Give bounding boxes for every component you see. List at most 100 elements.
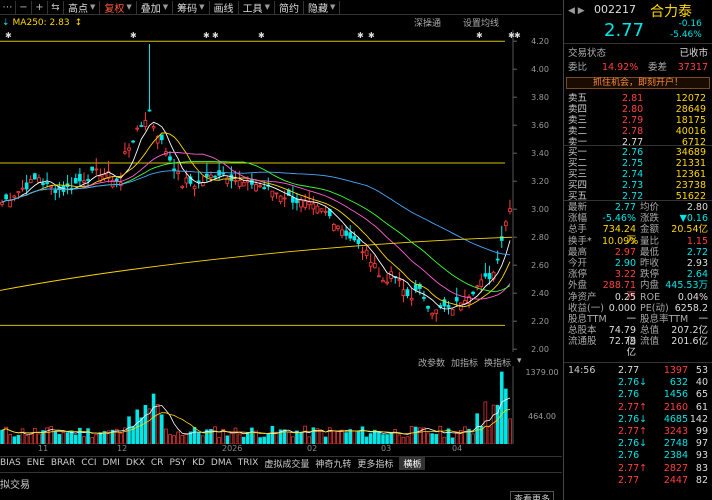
- volume-bar: [200, 435, 205, 444]
- indicator-tab[interactable]: CR: [151, 458, 170, 468]
- event-marker-icon[interactable]: ✱: [368, 31, 375, 40]
- candlestick-chart[interactable]: 4.20 4.00 3.80 3.60 3.40 3.20 3.00 2.80 2.60 2.40…: [0, 30, 562, 352]
- change-percent: -5.46%: [670, 30, 702, 40]
- indicator-tab[interactable]: DMA: [211, 458, 238, 468]
- stat-value: 72.79亿: [608, 336, 636, 359]
- volume-bar: [250, 427, 254, 444]
- indicator-tab[interactable]: TRIX: [238, 458, 265, 468]
- indicator-tab[interactable]: ENE: [27, 458, 51, 468]
- volume-bar: [409, 426, 414, 444]
- event-marker-icon[interactable]: ✱: [514, 31, 521, 40]
- volume-bar: [172, 435, 176, 444]
- toolbar-simple-button[interactable]: 简约: [275, 0, 304, 15]
- bid-row[interactable]: 买三 2.74 12361: [568, 169, 708, 180]
- event-marker-icon[interactable]: ✱: [5, 31, 12, 40]
- candle-body: [295, 198, 299, 204]
- indicator-tab[interactable]: DKX: [126, 458, 151, 468]
- ask-price: 2.80: [622, 104, 644, 115]
- stat-row: 收益(一) 0.000 PE(动) 6258.2: [568, 303, 708, 314]
- indicator-tab[interactable]: 虚拟成交量: [264, 457, 315, 470]
- toolbar-hide-button[interactable]: 隐藏 ▼: [304, 0, 341, 15]
- stat-label: 总值: [640, 325, 660, 337]
- link-button[interactable]: 深操通: [414, 16, 441, 29]
- stat-row: 外盘 288.71万 内盘 445.53万: [568, 280, 708, 302]
- ma-arrow-icon[interactable]: ⇣: [2, 18, 10, 28]
- y-tick-label: 3.60: [531, 121, 549, 130]
- toolbar-adjust-button[interactable]: 复权 ▼: [100, 0, 137, 15]
- toolbar-overlay-button[interactable]: 叠加 ▼: [137, 0, 174, 15]
- candle-body: [426, 306, 430, 309]
- candle-body: [348, 232, 353, 239]
- bid-volume: 34689: [675, 147, 706, 158]
- indicator-tab[interactable]: BIAS: [0, 458, 27, 468]
- ask-row[interactable]: 卖三 2.79 18175: [568, 115, 708, 126]
- bid-row[interactable]: 买四 2.73 23738: [568, 180, 708, 191]
- candle-body: [434, 309, 439, 314]
- tick-count: 53: [695, 365, 708, 376]
- stat-label: 最新: [568, 202, 588, 213]
- indicator-tab[interactable]: CCI: [81, 458, 102, 468]
- candle-body: [262, 187, 267, 189]
- weicha-label: 委差: [648, 62, 668, 73]
- event-marker-icon[interactable]: ✱: [258, 31, 265, 40]
- event-marker-icon[interactable]: ✱: [203, 31, 210, 40]
- candle-body: [4, 194, 8, 200]
- stat-label: 外盘: [568, 280, 588, 292]
- ask-row[interactable]: 卖二 2.78 40016: [568, 126, 708, 137]
- event-marker-icon[interactable]: ✱: [357, 31, 364, 40]
- volume-chart[interactable]: 1379.00 464.00: [0, 366, 562, 444]
- volume-bar: [16, 434, 21, 444]
- toolbar-high-point-button[interactable]: 高点 ▼: [64, 0, 101, 15]
- tick-count: 82: [695, 474, 708, 486]
- compare-icon[interactable]: ⇆: [48, 0, 64, 14]
- volume-bar: [73, 434, 78, 444]
- ask-row[interactable]: 卖五 2.81 12072: [568, 93, 708, 104]
- tick-price: 2.77: [618, 474, 640, 486]
- plus-icon[interactable]: +: [32, 0, 48, 14]
- indicator-tab[interactable]: 更多指标: [357, 457, 399, 470]
- candle-body: [319, 208, 324, 212]
- candle-body: [233, 179, 238, 182]
- event-marker-icon[interactable]: ✱: [130, 31, 137, 40]
- view-more-button[interactable]: 查看更多: [509, 491, 554, 500]
- more-icon[interactable]: ⋯: [0, 0, 16, 14]
- y-tick-label: 3.20: [531, 177, 549, 186]
- candle-body: [24, 182, 29, 190]
- indicator-tab[interactable]: PSY: [169, 458, 192, 468]
- nav-arrows-icon[interactable]: ◀ ▶: [568, 6, 585, 16]
- tick-volume: 2447: [663, 474, 688, 486]
- indicator-tab[interactable]: KD: [192, 458, 211, 468]
- event-marker-icon[interactable]: ✱: [476, 31, 483, 40]
- volume-bar: [438, 425, 443, 444]
- tick-price: 2.77↑: [618, 462, 648, 474]
- volume-bar: [61, 432, 66, 444]
- volume-bar: [4, 426, 8, 444]
- minus-icon[interactable]: −: [16, 0, 32, 14]
- volume-bar: [229, 433, 234, 444]
- indicator-tab[interactable]: 横栃: [399, 456, 426, 470]
- indicator-tab[interactable]: DMI: [103, 458, 126, 468]
- stat-row: 最新 2.77 均价 2.80: [568, 202, 708, 213]
- volume-tick-label: 1379.00: [525, 368, 558, 377]
- stat-label: 股息TTM: [568, 314, 607, 325]
- toolbar-chips-button[interactable]: 筹码 ▼: [173, 0, 210, 15]
- indicator-tab[interactable]: 神奇九转: [315, 457, 357, 470]
- ask-row[interactable]: 卖四 2.80 28649: [568, 104, 708, 115]
- volume-bar: [483, 401, 488, 444]
- stat-row: 涨幅 -5.46% 涨跌 ▼0.16: [568, 213, 708, 224]
- bid-row[interactable]: 买一 2.76 34689: [568, 147, 708, 158]
- bid-row[interactable]: 买二 2.75 21331: [568, 158, 708, 169]
- indicator-tab[interactable]: BRAR: [51, 458, 81, 468]
- event-marker-icon[interactable]: ✱: [212, 31, 219, 40]
- candle-body: [311, 203, 316, 210]
- tick-count: 99: [695, 426, 708, 437]
- ma-toggle-icon[interactable]: ↕: [75, 18, 83, 28]
- candle-body: [114, 178, 119, 182]
- volume-bar: [487, 426, 492, 444]
- toolbar-tools-button[interactable]: 工具 ▼: [239, 0, 275, 15]
- last-price: 2.77: [604, 20, 645, 41]
- candle-body: [422, 296, 426, 299]
- open-account-banner[interactable]: 抓住机会，即刻开户！: [566, 77, 710, 89]
- ma-settings-button[interactable]: 设置均线: [463, 16, 499, 29]
- toolbar-draw-button[interactable]: 画线: [210, 0, 239, 15]
